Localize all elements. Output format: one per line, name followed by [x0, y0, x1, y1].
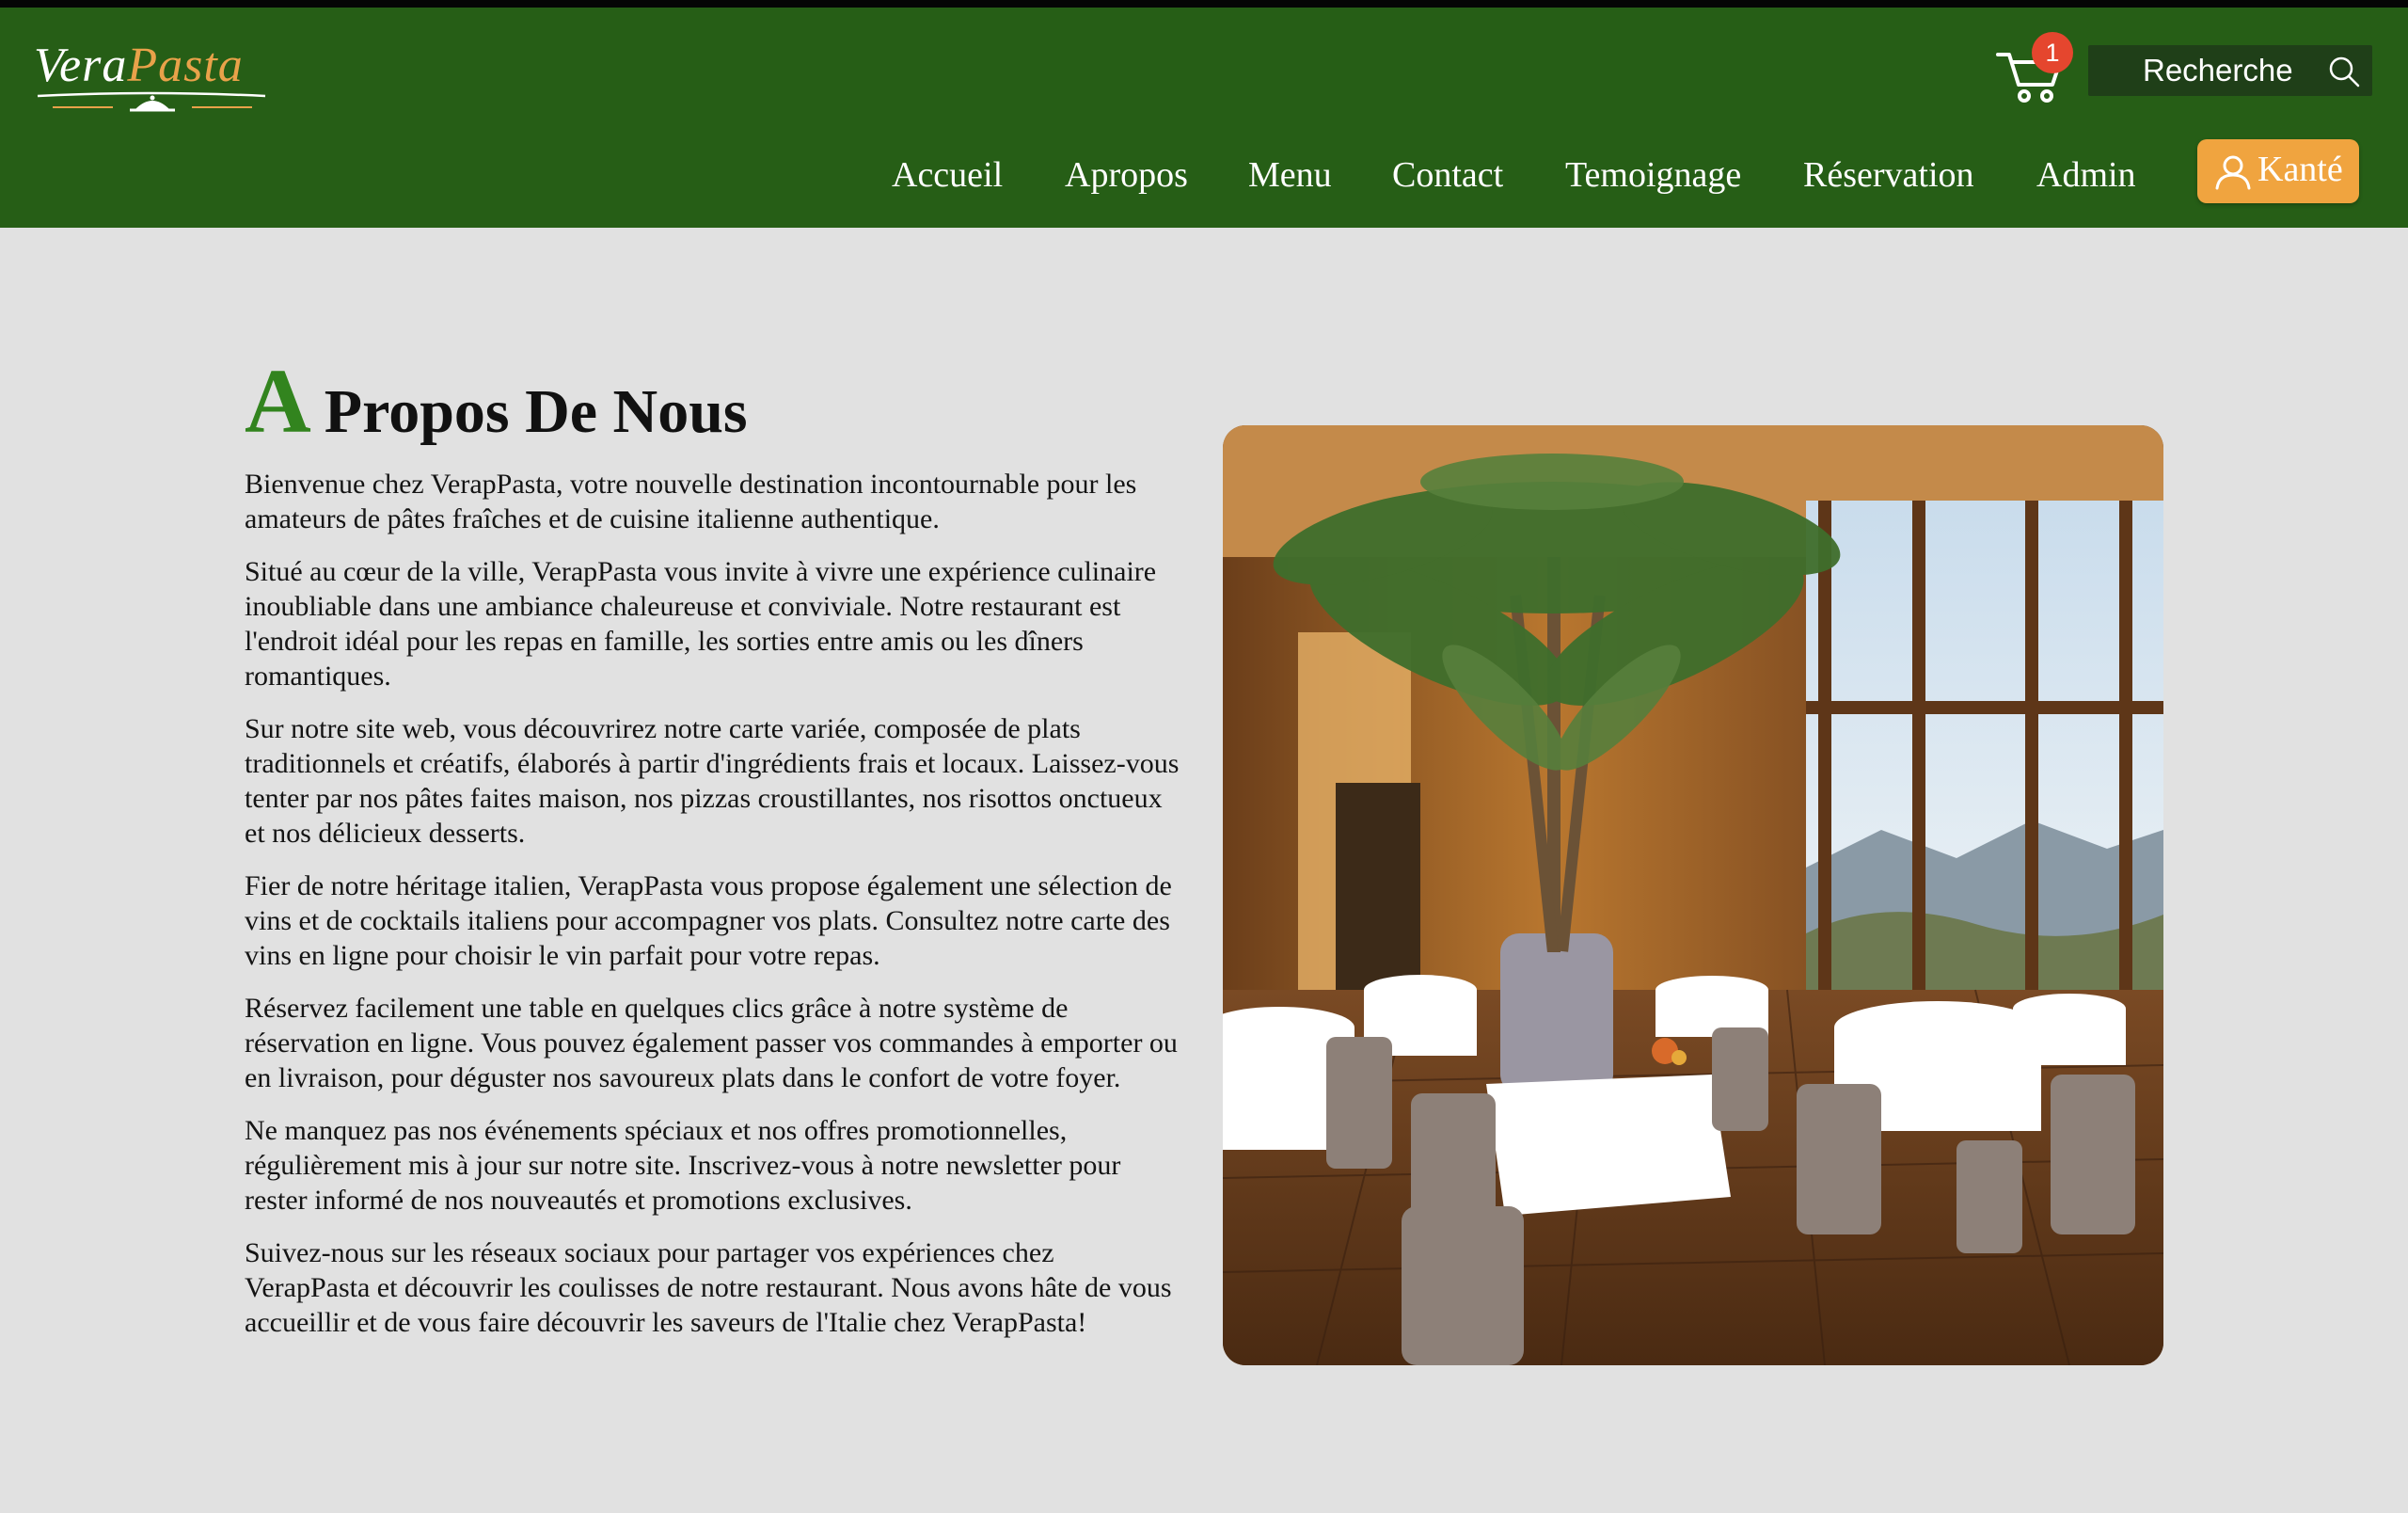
site-logo[interactable]: VeraPasta	[34, 32, 269, 126]
search-box[interactable]: Recherche	[2088, 45, 2372, 96]
title-text: Propos De Nous	[324, 377, 748, 447]
restaurant-interior-image	[1223, 425, 2163, 1365]
nav-admin[interactable]: Admin	[2036, 154, 2136, 196]
nav-apropos[interactable]: Apropos	[1065, 154, 1188, 196]
nav-temoignage[interactable]: Temoignage	[1565, 154, 1741, 196]
page-title: A Propos De Nous	[245, 349, 748, 454]
cart-count-badge: 1	[2032, 32, 2073, 73]
about-paragraph: Ne manquez pas nos événements spéciaux e…	[245, 1115, 1121, 1216]
about-paragraph: Sur notre site web, vous découvrirez not…	[245, 713, 1180, 849]
about-paragraph: Fier de notre héritage italien, VerapPas…	[245, 870, 1172, 971]
about-paragraph: Réservez facilement une table en quelque…	[245, 993, 1178, 1093]
about-paragraph: Suivez-nous sur les réseaux sociaux pour…	[245, 1237, 1172, 1338]
logo-text-part2: Pasta	[127, 39, 244, 92]
user-icon	[2215, 155, 2251, 190]
nav-accueil[interactable]: Accueil	[892, 154, 1003, 196]
top-border	[0, 0, 2408, 8]
about-text: Bienvenue chez VerapPasta, votre nouvell…	[245, 467, 1185, 1358]
user-account-button[interactable]: Kanté	[2197, 139, 2359, 203]
about-paragraph: Bienvenue chez VerapPasta, votre nouvell…	[245, 469, 1137, 534]
about-paragraph: Situé au cœur de la ville, VerapPasta vo…	[245, 556, 1157, 692]
nav-menu[interactable]: Menu	[1248, 154, 1332, 196]
title-initial: A	[245, 351, 311, 454]
search-label: Recherche	[2143, 53, 2293, 88]
user-name-label: Kanté	[2258, 150, 2343, 189]
logo-text: VeraPasta	[34, 38, 244, 93]
cloche-icon	[37, 91, 266, 112]
nav-contact[interactable]: Contact	[1392, 154, 1503, 196]
logo-text-part1: Vera	[34, 39, 128, 92]
search-icon[interactable]	[2327, 55, 2361, 88]
site-header: VeraPasta 1 Recherche Accueil Apropos Me…	[0, 8, 2408, 228]
restaurant-photo	[1223, 425, 2163, 1365]
nav-reservation[interactable]: Réservation	[1803, 154, 1974, 196]
